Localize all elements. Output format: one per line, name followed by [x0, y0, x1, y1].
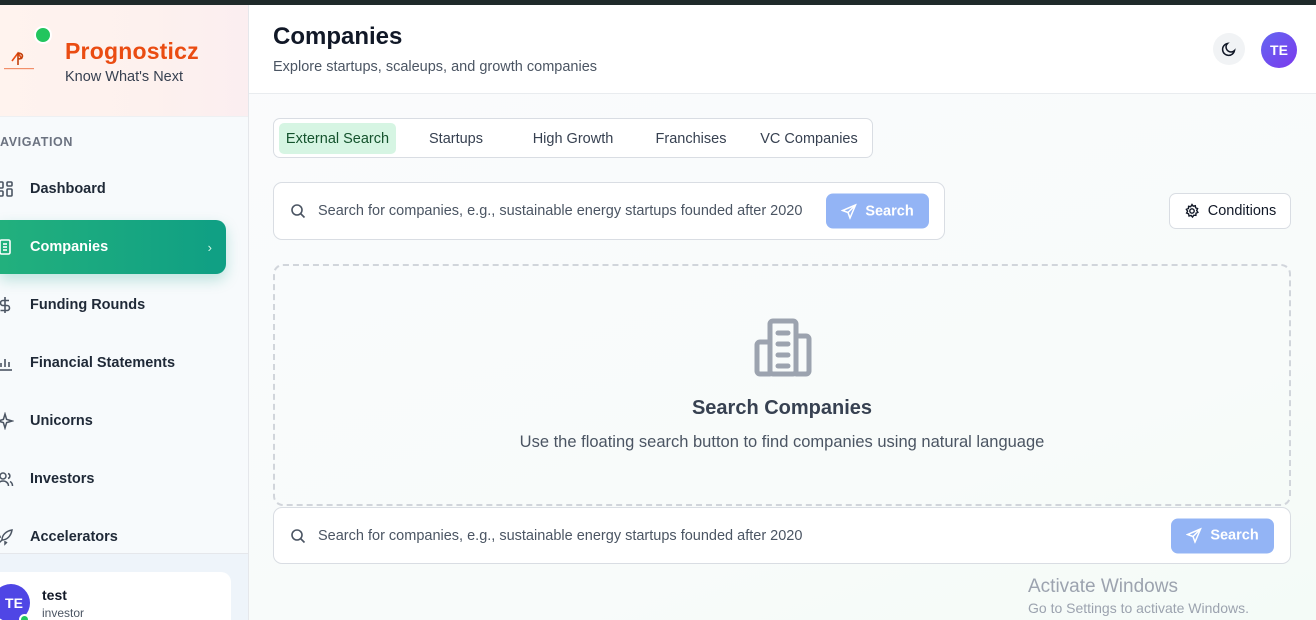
- sidebar-item-label: Dashboard: [30, 181, 106, 197]
- user-panel: TE test investor: [0, 553, 248, 620]
- user-role: investor: [42, 606, 85, 620]
- sidebar-item-label: Unicorns: [30, 413, 93, 429]
- user-card[interactable]: TE test investor: [0, 572, 231, 620]
- brand-tagline: Know What's Next: [65, 69, 184, 85]
- sidebar-item-unicorns[interactable]: Unicorns: [0, 394, 226, 448]
- tab-high-growth[interactable]: High Growth: [520, 123, 626, 154]
- user-online-dot: [19, 614, 30, 620]
- chevron-right-icon: ›: [207, 239, 212, 255]
- search-icon: [291, 204, 306, 219]
- avatar[interactable]: TE: [1261, 32, 1297, 68]
- search-bar-top: Search: [273, 182, 945, 240]
- page-header: Companies Explore startups, scaleups, an…: [249, 5, 1316, 94]
- building-icon: [754, 318, 812, 377]
- dollar-icon: [0, 294, 16, 316]
- brand-name: Prognosticz: [65, 38, 199, 64]
- search-input[interactable]: [318, 199, 814, 223]
- theme-toggle-button[interactable]: [1213, 33, 1245, 65]
- tab-external-search[interactable]: External Search: [279, 123, 396, 154]
- sidebar-item-funding-rounds[interactable]: Funding Rounds: [0, 278, 226, 332]
- conditions-button[interactable]: Conditions: [1169, 193, 1291, 229]
- users-icon: [0, 468, 16, 490]
- sidebar-item-dashboard[interactable]: Dashboard: [0, 162, 226, 216]
- search-button[interactable]: Search: [1171, 518, 1274, 553]
- grid-icon: [0, 178, 16, 200]
- sidebar: Prognosticz Know What's Next AVIGATION D…: [0, 5, 249, 620]
- search-button[interactable]: Search: [826, 193, 929, 229]
- status-online-dot: [34, 26, 52, 44]
- moon-icon: [1221, 42, 1236, 57]
- tab-vc-companies[interactable]: VC Companies: [754, 123, 864, 154]
- activate-windows-title: Activate Windows: [1028, 576, 1178, 597]
- sidebar-item-financial-statements[interactable]: Financial Statements: [0, 336, 226, 390]
- send-icon: [841, 203, 858, 219]
- sidebar-item-label: Financial Statements: [30, 355, 176, 371]
- sidebar-item-label: Investors: [30, 471, 95, 487]
- main-content: Companies Explore startups, scaleups, an…: [249, 5, 1316, 620]
- tab-bar: External Search Startups High Growth Fra…: [273, 118, 873, 158]
- page-subtitle: Explore startups, scaleups, and growth c…: [273, 59, 598, 75]
- sidebar-item-label: Funding Rounds: [30, 297, 146, 313]
- page-title: Companies: [273, 23, 403, 50]
- sidebar-item-label: Accelerators: [30, 529, 118, 545]
- tab-franchises[interactable]: Franchises: [644, 123, 738, 154]
- gear-icon: [1185, 203, 1199, 219]
- empty-state-title: Search Companies: [691, 397, 873, 419]
- sidebar-item-companies[interactable]: Companies ›: [0, 220, 226, 274]
- user-name: test: [42, 587, 67, 603]
- bar-chart-icon: [0, 352, 16, 374]
- search-bar-bottom: Search: [273, 507, 1291, 564]
- search-icon: [291, 528, 306, 543]
- sidebar-item-investors[interactable]: Investors: [0, 452, 226, 506]
- sidebar-item-label: Companies: [30, 239, 109, 255]
- search-input[interactable]: [318, 523, 1158, 548]
- building-icon: [0, 236, 16, 258]
- sparkle-icon: [0, 410, 16, 432]
- search-button-label: Search: [865, 203, 914, 219]
- brand-header: Prognosticz Know What's Next: [0, 5, 248, 117]
- tab-startups[interactable]: Startups: [406, 123, 506, 154]
- logo-icon: [4, 51, 34, 70]
- empty-state-panel: Search Companies Use the floating search…: [273, 264, 1291, 506]
- rocket-icon: [0, 526, 16, 548]
- activate-windows-subtitle: Go to Settings to activate Windows.: [1028, 600, 1249, 616]
- send-icon: [1186, 527, 1203, 544]
- search-button-label: Search: [1210, 527, 1259, 544]
- nav-heading: AVIGATION: [0, 135, 73, 149]
- empty-state-description: Use the floating search button to find c…: [519, 433, 1045, 451]
- conditions-label: Conditions: [1207, 203, 1277, 219]
